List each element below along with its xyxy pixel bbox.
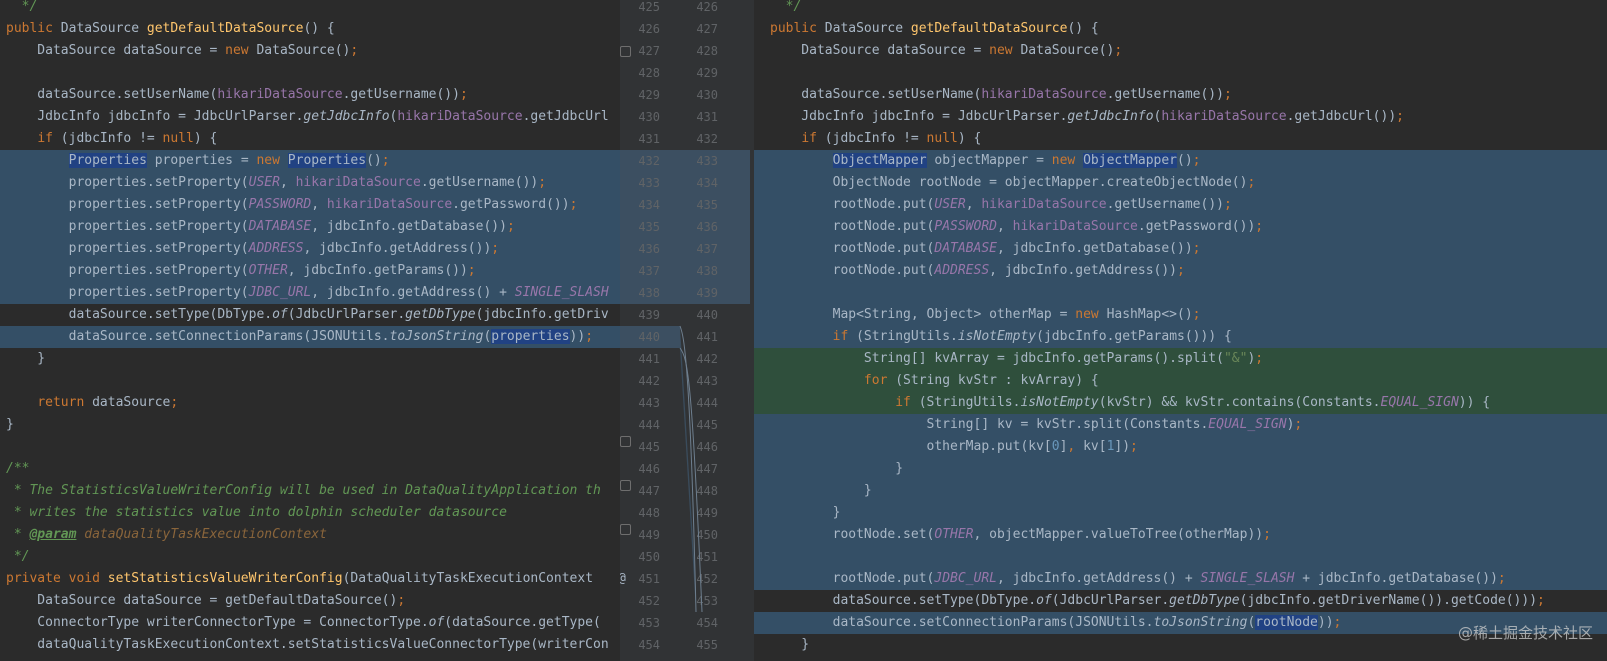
code-line: ConnectorType writerConnectorType = Conn… xyxy=(6,615,601,630)
changed-line xyxy=(754,282,1607,304)
code-line: dataQualityTaskExecutionContext.setStati… xyxy=(6,637,609,652)
changed-line: ObjectMapper objectMapper = new ObjectMa… xyxy=(754,150,1607,172)
changed-line: rootNode.put(PASSWORD, hikariDataSource.… xyxy=(754,216,1607,238)
code-line: */ xyxy=(770,0,802,14)
inserted-line: if (StringUtils.isNotEmpty(kvStr) && kvS… xyxy=(754,392,1607,414)
inserted-line: String[] kvArray = jdbcInfo.getParams().… xyxy=(754,348,1607,370)
code-line: DataSource dataSource = new DataSource()… xyxy=(770,43,1123,58)
changed-line: String[] kv = kvStr.split(Constants.EQUA… xyxy=(754,414,1607,436)
changed-line: } xyxy=(754,480,1607,502)
changed-line: } xyxy=(754,458,1607,480)
inserted-line: for (String kvStr : kvArray) { xyxy=(754,370,1607,392)
changed-line: rootNode.put(USER, hikariDataSource.getU… xyxy=(754,194,1607,216)
code-line: public DataSource getDefaultDataSource()… xyxy=(6,21,335,36)
code-line: DataSource dataSource = new DataSource()… xyxy=(6,43,359,58)
changed-line: properties.setProperty(PASSWORD, hikariD… xyxy=(0,194,620,216)
code-line: if (jdbcInfo != null) { xyxy=(801,131,982,146)
code-line: * @param dataQualityTaskExecutionContext xyxy=(6,527,327,542)
watermark: @稀土掘金技术社区 xyxy=(1457,624,1593,642)
code-line: JdbcInfo jdbcInfo = JdbcUrlParser.getJdb… xyxy=(770,109,1404,124)
changed-line: otherMap.put(kv[0], kv[1]); xyxy=(754,436,1607,458)
diff-connector-lines xyxy=(679,325,703,613)
changed-line xyxy=(754,546,1607,568)
code-line: JdbcInfo jdbcInfo = JdbcUrlParser.getJdb… xyxy=(6,109,609,124)
code-line: * writes the statistics value into dolph… xyxy=(6,505,507,520)
changed-line: properties.setProperty(JDBC_URL, jdbcInf… xyxy=(0,282,620,304)
changed-line: properties.setProperty(DATABASE, jdbcInf… xyxy=(0,216,620,238)
code-line: dataSource.setUserName(hikariDataSource.… xyxy=(6,87,468,102)
code-line: private void setStatisticsValueWriterCon… xyxy=(6,571,594,586)
changed-line: properties.setProperty(OTHER, jdbcInfo.g… xyxy=(0,260,620,282)
right-editor-pane[interactable]: */ public DataSource getDefaultDataSourc… xyxy=(754,0,1607,661)
changed-line: Map<String, Object> otherMap = new HashM… xyxy=(754,304,1607,326)
changed-line: rootNode.put(ADDRESS, jdbcInfo.getAddres… xyxy=(754,260,1607,282)
code-line: dataSource.setUserName(hikariDataSource.… xyxy=(770,87,1232,102)
code-line: if (jdbcInfo != null) { xyxy=(37,131,218,146)
changed-line: Properties properties = new Properties()… xyxy=(0,150,620,172)
code-line: } xyxy=(6,351,46,366)
changed-line: } xyxy=(754,502,1607,524)
changed-line: rootNode.set(OTHER, objectMapper.valueTo… xyxy=(754,524,1607,546)
changed-line: properties.setProperty(USER, hikariDataS… xyxy=(0,172,620,194)
code-line: */ xyxy=(6,549,30,564)
changed-line: properties.setProperty(ADDRESS, jdbcInfo… xyxy=(0,238,620,260)
code-line: * The StatisticsValueWriterConfig will b… xyxy=(6,483,601,498)
changed-line: rootNode.put(DATABASE, jdbcInfo.getDatab… xyxy=(754,238,1607,260)
changed-line: ObjectNode rootNode = objectMapper.creat… xyxy=(754,172,1607,194)
changed-line: dataSource.setConnectionParams(JSONUtils… xyxy=(0,326,620,348)
left-editor-pane[interactable]: */ public DataSource getDefaultDataSourc… xyxy=(0,0,620,661)
code-line: /** xyxy=(6,461,30,476)
changed-line: rootNode.put(JDBC_URL, jdbcInfo.getAddre… xyxy=(754,568,1607,590)
changed-line: if (StringUtils.isNotEmpty(jdbcInfo.getP… xyxy=(754,326,1607,348)
code-line: public DataSource getDefaultDataSource()… xyxy=(770,21,1099,36)
code-line: */ xyxy=(6,0,38,14)
code-line: } xyxy=(6,417,14,432)
code-line: return dataSource; xyxy=(37,395,179,410)
diff-connector xyxy=(680,326,696,612)
code-line: dataSource.setType(DbType.of(JdbcUrlPars… xyxy=(770,593,1545,608)
code-line: DataSource dataSource = getDefaultDataSo… xyxy=(6,593,406,608)
code-line: dataSource.setType(DbType.of(JdbcUrlPars… xyxy=(6,307,609,322)
